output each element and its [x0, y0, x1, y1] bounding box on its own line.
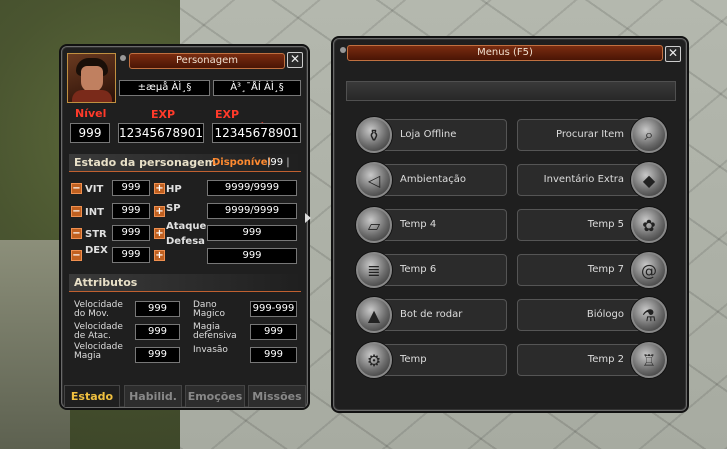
scroll-icon[interactable]: ▱ — [356, 207, 392, 243]
magnifier-icon[interactable]: ⌕ — [631, 117, 667, 153]
box-icon[interactable]: ◆ — [631, 162, 667, 198]
pin-icon — [120, 55, 126, 61]
hp-label: HP — [166, 184, 182, 195]
dex-plus-button[interactable]: + — [154, 250, 165, 261]
close-icon[interactable]: ✕ — [287, 52, 303, 68]
goblet-icon[interactable]: ♖ — [631, 342, 667, 378]
mountain-icon[interactable]: ▲ — [356, 297, 392, 333]
name-field-2: À³¸¯ÅÍ ÀÌ¸§ — [213, 80, 301, 96]
character-portrait — [67, 53, 116, 103]
flask-icon[interactable]: ⚗ — [631, 297, 667, 333]
ataque-value: 999 — [207, 225, 297, 241]
menus-header-bar — [346, 81, 676, 101]
dex-minus-button[interactable]: − — [71, 250, 82, 261]
attr-right-value-1: 999 — [250, 324, 297, 340]
close-icon[interactable]: ✕ — [665, 46, 681, 62]
int-plus-button[interactable]: + — [154, 206, 165, 217]
available-value: |99 | — [267, 157, 290, 168]
attr-right-value-0: 999-999 — [250, 301, 297, 317]
menus-window: Menus (F5) ✕ Loja Offline ⚱ Ambientação … — [333, 38, 687, 411]
sp-value: 9999/9999 — [207, 203, 297, 219]
ataque-label: Ataque — [166, 221, 207, 232]
str-label: STR — [85, 229, 107, 240]
dex-value: 999 — [112, 247, 150, 263]
available-label: Disponível — [212, 157, 271, 168]
exp-value: 12345678901 — [118, 123, 204, 143]
spiral-icon[interactable]: @ — [631, 252, 667, 288]
defesa-value: 999 — [207, 248, 297, 264]
str-value: 999 — [112, 225, 150, 241]
attr-left-value-1: 999 — [135, 324, 180, 340]
nivel-value: 999 — [70, 123, 110, 143]
tab-habilid[interactable]: Habilid. — [124, 385, 182, 407]
attr-left-label-1: Velocidade de Atac. — [74, 322, 123, 341]
stone-wall — [0, 240, 70, 449]
attr-left-label-2: Velocidade Magia — [74, 342, 123, 361]
name-field-1: ±æµå ÀÌ¸§ — [119, 80, 210, 96]
attributes-section-title: Attributos — [74, 276, 138, 289]
tab-missoes[interactable]: Missões — [248, 385, 306, 407]
attr-right-value-2: 999 — [250, 347, 297, 363]
sp-label: SP — [166, 203, 181, 214]
expand-arrow-icon[interactable] — [305, 213, 311, 223]
character-tabs: Estado Habilid. Emoções Missões — [62, 381, 307, 407]
nivel-label: Nível — [75, 107, 107, 120]
str-minus-button[interactable]: − — [71, 228, 82, 239]
gear-icon[interactable]: ⚙ — [356, 342, 392, 378]
speaker-icon[interactable]: ◁ — [356, 162, 392, 198]
menus-window-title: Menus (F5) — [347, 45, 663, 61]
exp-needed-value: 12345678901 — [212, 123, 301, 143]
vit-minus-button[interactable]: − — [71, 183, 82, 194]
character-window: Personagem ✕ ±æµå ÀÌ¸§ À³¸¯ÅÍ ÀÌ¸§ Nível… — [61, 46, 311, 408]
pin-icon — [340, 47, 346, 53]
str-plus-button[interactable]: + — [154, 228, 165, 239]
cluster-icon[interactable]: ✿ — [631, 207, 667, 243]
dex-label: DEX — [85, 245, 108, 256]
int-minus-button[interactable]: − — [71, 206, 82, 217]
attr-right-label-1: Magia defensiva — [193, 322, 237, 341]
attr-right-label-0: Dano Magico — [193, 300, 225, 319]
attr-left-value-2: 999 — [135, 347, 180, 363]
character-window-title: Personagem — [129, 53, 285, 69]
status-section-title: Estado da personagem — [74, 156, 217, 169]
tab-estado[interactable]: Estado — [64, 385, 120, 407]
vit-value: 999 — [112, 180, 150, 196]
vit-label: VIT — [85, 184, 104, 195]
hp-value: 9999/9999 — [207, 180, 297, 196]
attr-left-label-0: Velocidade do Mov. — [74, 300, 123, 319]
exp-label: EXP — [151, 108, 176, 121]
attr-right-label-2: Invasão — [193, 345, 228, 355]
vit-plus-button[interactable]: + — [154, 183, 165, 194]
int-label: INT — [85, 207, 104, 218]
int-value: 999 — [112, 203, 150, 219]
attr-left-value-0: 999 — [135, 301, 180, 317]
tab-emocoes[interactable]: Emoções — [185, 385, 245, 407]
defesa-label: Defesa — [166, 236, 205, 247]
bag-icon[interactable]: ⚱ — [356, 117, 392, 153]
stack-icon[interactable]: ≣ — [356, 252, 392, 288]
